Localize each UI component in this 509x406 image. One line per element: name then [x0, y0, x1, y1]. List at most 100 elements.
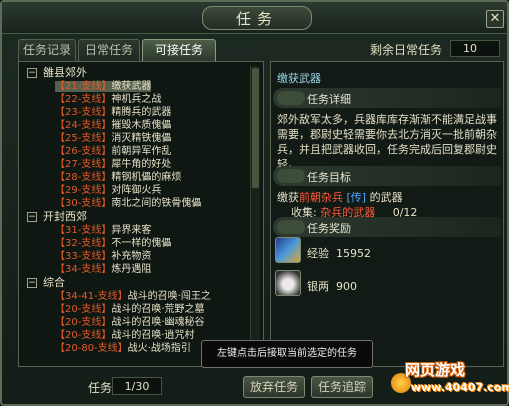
task-prefix: 【26-支线】 [55, 146, 112, 157]
watermark-title: 网页游戏 [405, 361, 466, 379]
reward-label: 银两 [307, 280, 329, 293]
task-label: 战斗的召唤·荒野之墓 [111, 304, 205, 315]
goal-tag: [传] [346, 191, 367, 204]
abandon-task-button[interactable]: 放弃任务 [243, 376, 305, 398]
task-prefix: 【32-支线】 [55, 238, 112, 249]
task-item[interactable]: 【27-支线】犀牛角的好处 [23, 158, 249, 171]
section-task-goal: 任务目标 [273, 166, 501, 186]
task-description: 郊外敌军太多，兵器库库存渐渐不能满足战事需要，郡尉史轻需要你去北方消灭一批前朝杂… [277, 113, 497, 171]
task-prefix: 【28-支线】 [55, 172, 112, 183]
task-label: 补充物资 [111, 251, 152, 262]
task-prefix: 【21-支线】 [55, 81, 112, 92]
task-prefix: 【34-支线】 [55, 264, 112, 275]
task-item[interactable]: 【20-支线】战斗的召唤·荒野之墓 [23, 303, 249, 316]
task-item[interactable]: 【34-支线】炼丹遇阻 [23, 263, 249, 276]
task-label: 战斗的召唤·逍咒村 [111, 330, 195, 341]
task-label: 神机兵之战 [111, 94, 162, 105]
goal-enemy-link[interactable]: 前朝杂兵 [299, 191, 343, 204]
section-label: 任务详细 [307, 93, 351, 106]
task-label: 精钢机儡的麻烦 [111, 172, 182, 183]
task-item[interactable]: 【22-支线】神机兵之战 [23, 93, 249, 106]
task-prefix: 【30-支线】 [55, 198, 112, 209]
task-prefix: 【23-支线】 [55, 107, 112, 118]
tooltip: 左键点击后接取当前选定的任务 [201, 340, 373, 368]
task-item[interactable]: 【25-支线】消灭精铁傀儡 [23, 132, 249, 145]
task-item[interactable]: 【30-支线】南北之间的铁骨傀儡 [23, 197, 249, 210]
goal-suffix: 的武器 [369, 191, 403, 204]
group-label: 雒县郊外 [43, 66, 87, 79]
task-prefix: 【22-支线】 [55, 94, 112, 105]
task-prefix: 【25-支线】 [55, 133, 112, 144]
task-prefix: 【20-支线】 [55, 330, 112, 341]
task-label: 战斗的召唤·闯王之 [127, 291, 211, 302]
title-bar[interactable]: 任务 ✕ [2, 2, 507, 34]
task-tree: − 雒县郊外 【21-支线】缴获武器 【22-支线】神机兵之战 【23-支线】精… [23, 66, 249, 364]
task-detail-panel: 缴获武器 任务详细 郊外敌军太多，兵器库库存渐渐不能满足战事需要，郡尉史轻需要你… [270, 61, 504, 367]
task-prefix: 【20-支线】 [55, 304, 112, 315]
section-label: 任务奖励 [307, 222, 351, 235]
goal-prefix: 缴获 [277, 191, 299, 204]
task-prefix: 【24-支线】 [55, 120, 112, 131]
section-icon [277, 91, 305, 105]
tree-group[interactable]: − 雒县郊外 [23, 66, 249, 80]
task-label: 对阵御火兵 [111, 185, 162, 196]
remaining-daily-label: 剩余日常任务 [370, 43, 443, 57]
task-item[interactable]: 【32-支线】不一样的傀儡 [23, 237, 249, 250]
section-icon [277, 220, 305, 234]
task-label: 异界来客 [111, 225, 152, 236]
scrollbar-thumb[interactable] [252, 68, 259, 188]
close-button[interactable]: ✕ [486, 10, 504, 28]
collapse-icon[interactable]: − [27, 68, 37, 78]
task-item[interactable]: 【28-支线】精钢机儡的麻烦 [23, 171, 249, 184]
task-label: 战火·战场指引 [127, 343, 191, 354]
task-window: 任务 ✕ 任务记录 日常任务 可接任务 剩余日常任务 10 − 雒县郊外 【21… [0, 0, 509, 406]
reward-label: 经验 [307, 247, 329, 260]
task-prefix: 【20-80-支线】 [55, 343, 128, 354]
tab-available-task[interactable]: 可接任务 [142, 39, 216, 61]
task-label: 缴获武器 [111, 81, 152, 92]
task-label: 精腾兵的武器 [111, 107, 172, 118]
track-task-button[interactable]: 任务追踪 [311, 376, 373, 398]
task-item[interactable]: 【29-支线】对阵御火兵 [23, 184, 249, 197]
tab-daily-task[interactable]: 日常任务 [78, 39, 140, 61]
task-item[interactable]: 【21-支线】缴获武器 [23, 80, 249, 93]
task-label: 犀牛角的好处 [111, 159, 172, 170]
task-item[interactable]: 【26-支线】前朝异军作乱 [23, 145, 249, 158]
task-label: 前朝异军作乱 [111, 146, 172, 157]
reward-exp: 经验 15952 [307, 245, 371, 261]
collapse-icon[interactable]: − [27, 212, 37, 222]
task-label: 炼丹遇阻 [111, 264, 152, 275]
site-watermark: 网页游戏 www.40407.com [391, 355, 509, 406]
watermark-url: www.40407.com [411, 381, 509, 394]
task-item[interactable]: 【31-支线】异界来客 [23, 224, 249, 237]
section-icon [277, 169, 305, 183]
group-label: 综合 [43, 276, 65, 289]
exp-icon [275, 237, 301, 263]
tree-scrollbar[interactable] [250, 66, 260, 364]
tree-group[interactable]: − 开封西郊 [23, 210, 249, 224]
group-label: 开封西郊 [43, 210, 87, 223]
task-item[interactable]: 【34-41-支线】战斗的召唤·闯王之 [23, 290, 249, 303]
task-prefix: 【33-支线】 [55, 251, 112, 262]
silver-icon [275, 270, 301, 296]
reward-silver: 银两 900 [307, 278, 357, 294]
section-task-detail: 任务详细 [273, 88, 501, 108]
task-count-label: 任务 [88, 381, 113, 395]
section-task-reward: 任务奖励 [273, 217, 501, 237]
task-label: 战斗的召唤·幽魂秘谷 [111, 317, 205, 328]
task-tree-panel: − 雒县郊外 【21-支线】缴获武器 【22-支线】神机兵之战 【23-支线】精… [18, 61, 264, 367]
task-item[interactable]: 【20-支线】战斗的召唤·幽魂秘谷 [23, 316, 249, 329]
remaining-daily-value: 10 [450, 40, 500, 57]
reward-value: 900 [336, 280, 357, 293]
task-prefix: 【34-41-支线】 [55, 291, 128, 302]
task-item[interactable]: 【24-支线】摧毁木质傀儡 [23, 119, 249, 132]
window-title: 任务 [202, 6, 312, 30]
task-detail-title: 缴获武器 [277, 72, 321, 85]
reward-value: 15952 [336, 247, 371, 260]
task-item[interactable]: 【33-支线】补充物资 [23, 250, 249, 263]
task-item[interactable]: 【23-支线】精腾兵的武器 [23, 106, 249, 119]
tree-group[interactable]: − 综合 [23, 276, 249, 290]
tab-task-record[interactable]: 任务记录 [18, 39, 76, 61]
collapse-icon[interactable]: − [27, 278, 37, 288]
task-label: 消灭精铁傀儡 [111, 133, 172, 144]
